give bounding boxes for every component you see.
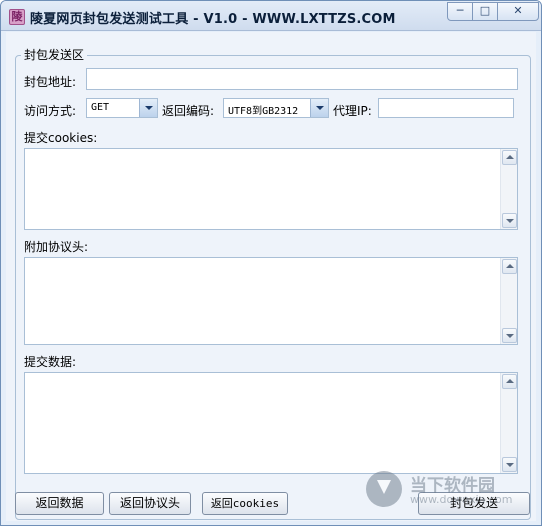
watermark: 当下软件园 www.downxia.com xyxy=(366,471,536,521)
return-data-button[interactable]: 返回数据 xyxy=(15,492,104,515)
cookies-textarea[interactable] xyxy=(24,148,518,230)
method-value: GET xyxy=(91,102,110,113)
postdata-textarea[interactable] xyxy=(24,372,518,474)
scroll-up-icon[interactable] xyxy=(502,374,517,389)
title-bar[interactable]: 陵 陵夏网页封包发送测试工具 - V1.0 - WWW.LXTTZS.COM ─… xyxy=(1,1,541,31)
return-headers-button[interactable]: 返回协议头 xyxy=(109,492,191,515)
encoding-value: UTF8到GB2312 xyxy=(228,106,299,117)
return-cookies-button[interactable]: 返回cookies xyxy=(202,492,288,515)
close-button[interactable]: ✕ xyxy=(497,2,539,21)
headers-label: 附加协议头: xyxy=(24,240,89,254)
scroll-up-icon[interactable] xyxy=(502,259,517,274)
scroll-up-icon[interactable] xyxy=(502,150,517,165)
chevron-down-icon[interactable] xyxy=(139,99,157,117)
minimize-button[interactable]: ─ xyxy=(447,2,473,21)
chevron-down-icon[interactable] xyxy=(310,99,328,117)
window-title: 陵夏网页封包发送测试工具 - V1.0 - WWW.LXTTZS.COM xyxy=(30,12,396,27)
address-input[interactable] xyxy=(86,68,518,90)
address-label: 封包地址: xyxy=(24,75,77,89)
main-window: 陵 陵夏网页封包发送测试工具 - V1.0 - WWW.LXTTZS.COM ─… xyxy=(0,0,542,526)
headers-textarea[interactable] xyxy=(24,257,518,345)
scrollbar[interactable] xyxy=(500,258,517,344)
download-arrow-icon xyxy=(366,471,402,507)
watermark-url: www.downxia.com xyxy=(410,493,513,506)
proxy-input[interactable] xyxy=(378,98,514,118)
scroll-down-icon[interactable] xyxy=(502,213,517,228)
scroll-down-icon[interactable] xyxy=(502,328,517,343)
scroll-down-icon[interactable] xyxy=(502,457,517,472)
client-area: 封包发送区 封包地址: 访问方式: GET 返回编码: UTF8到GB2312 … xyxy=(6,32,536,521)
cookies-label: 提交cookies: xyxy=(24,131,98,145)
postdata-label: 提交数据: xyxy=(24,355,77,369)
scrollbar[interactable] xyxy=(500,149,517,229)
method-label: 访问方式: xyxy=(24,104,77,118)
scrollbar[interactable] xyxy=(500,373,517,473)
encoding-select[interactable]: UTF8到GB2312 xyxy=(223,98,329,118)
maximize-button[interactable]: □ xyxy=(472,2,498,21)
proxy-label: 代理IP: xyxy=(333,104,372,118)
group-legend: 封包发送区 xyxy=(21,46,88,63)
app-icon: 陵 xyxy=(9,9,25,25)
method-select[interactable]: GET xyxy=(86,98,158,118)
encoding-label: 返回编码: xyxy=(162,104,215,118)
